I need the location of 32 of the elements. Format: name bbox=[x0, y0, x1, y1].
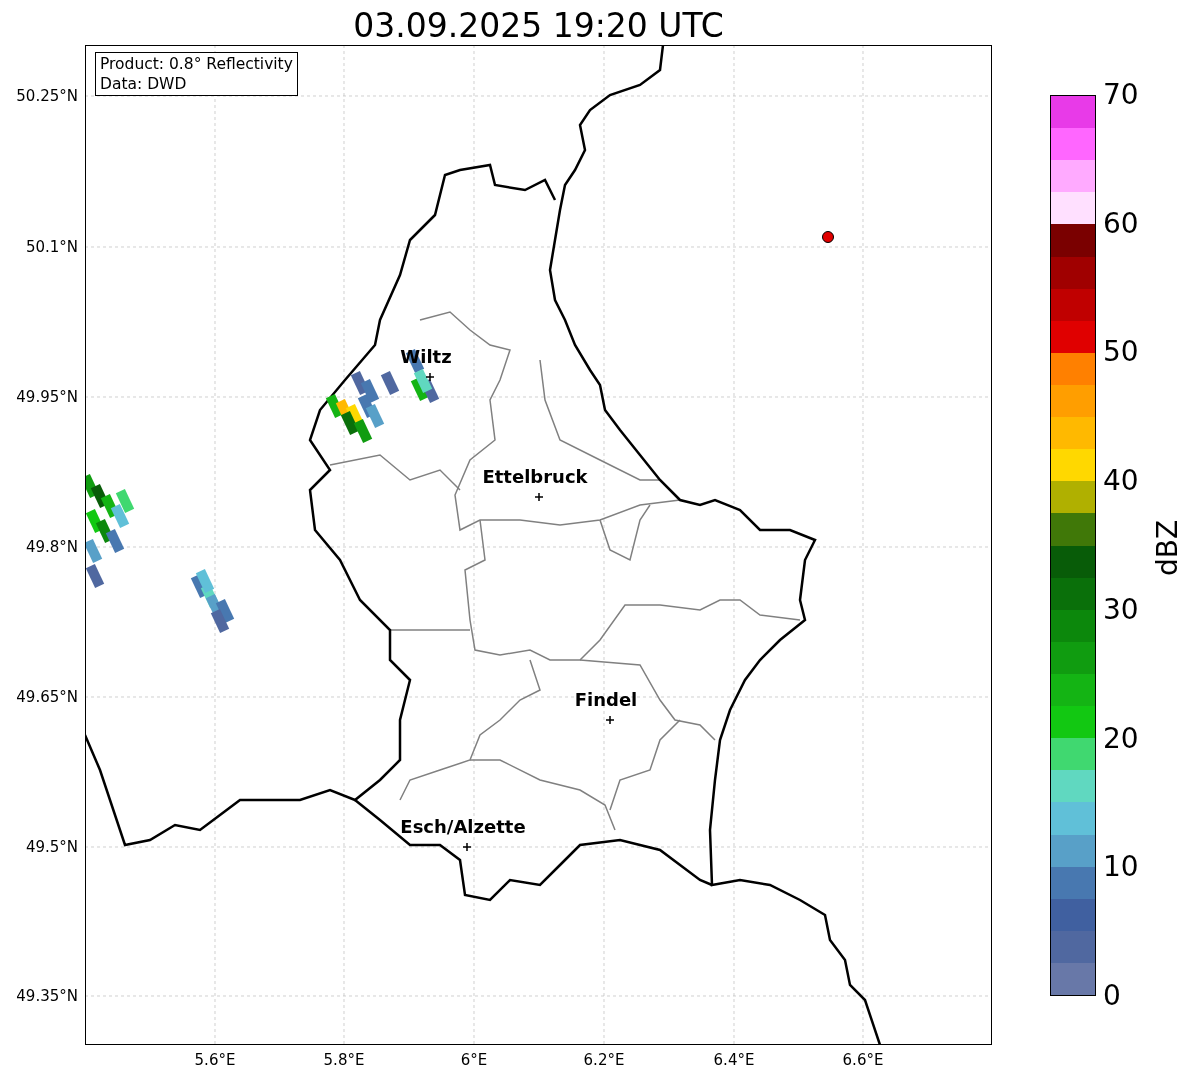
colorbar-tick-label: 60 bbox=[1103, 207, 1139, 240]
latitude-label: 49.65°N bbox=[16, 688, 78, 706]
longitude-label: 6.6°E bbox=[842, 1051, 884, 1069]
colorbar-axis-label: dBZ bbox=[1152, 519, 1184, 577]
legend-text: Product: 0.8° Reflectivity bbox=[100, 54, 293, 74]
latitude-label: 50.25°N bbox=[16, 87, 78, 105]
longitude-label: 5.6°E bbox=[194, 1051, 236, 1069]
latitude-label: 49.8°N bbox=[25, 538, 78, 556]
city-marker-icon bbox=[463, 843, 471, 851]
longitude-label: 6°E bbox=[460, 1051, 488, 1069]
city-marker-icon bbox=[426, 373, 434, 381]
city-label: Findel bbox=[574, 690, 638, 710]
colorbar-tick-label: 70 bbox=[1103, 79, 1139, 111]
longitude-label: 6.4°E bbox=[713, 1051, 755, 1069]
latitude-label: 49.5°N bbox=[25, 838, 78, 856]
colorbar-tick-label: 50 bbox=[1103, 336, 1139, 369]
city-marker-icon bbox=[606, 716, 614, 724]
city-marker-icon bbox=[535, 493, 543, 501]
latitude-label: 50.1°N bbox=[25, 238, 78, 256]
latitude-label: 49.95°N bbox=[16, 388, 78, 406]
colorbar-tick-label: 20 bbox=[1103, 722, 1139, 755]
city-label: Esch/Alzette bbox=[400, 817, 526, 837]
longitude-label: 5.8°E bbox=[323, 1051, 365, 1069]
colorbar-tick-label: 40 bbox=[1103, 465, 1139, 498]
colorbar-tick-label: 0 bbox=[1103, 980, 1121, 1012]
legend-text: Data: DWD bbox=[100, 74, 188, 94]
chart-title: 03.09.2025 19:20 UTC bbox=[352, 5, 725, 47]
city-label: Ettelbruck bbox=[482, 467, 588, 487]
latitude-label: 49.35°N bbox=[16, 987, 78, 1005]
colorbar-tick-label: 30 bbox=[1103, 593, 1139, 626]
longitude-label: 6.2°E bbox=[583, 1051, 625, 1069]
colorbar-tick-label: 10 bbox=[1103, 851, 1139, 884]
